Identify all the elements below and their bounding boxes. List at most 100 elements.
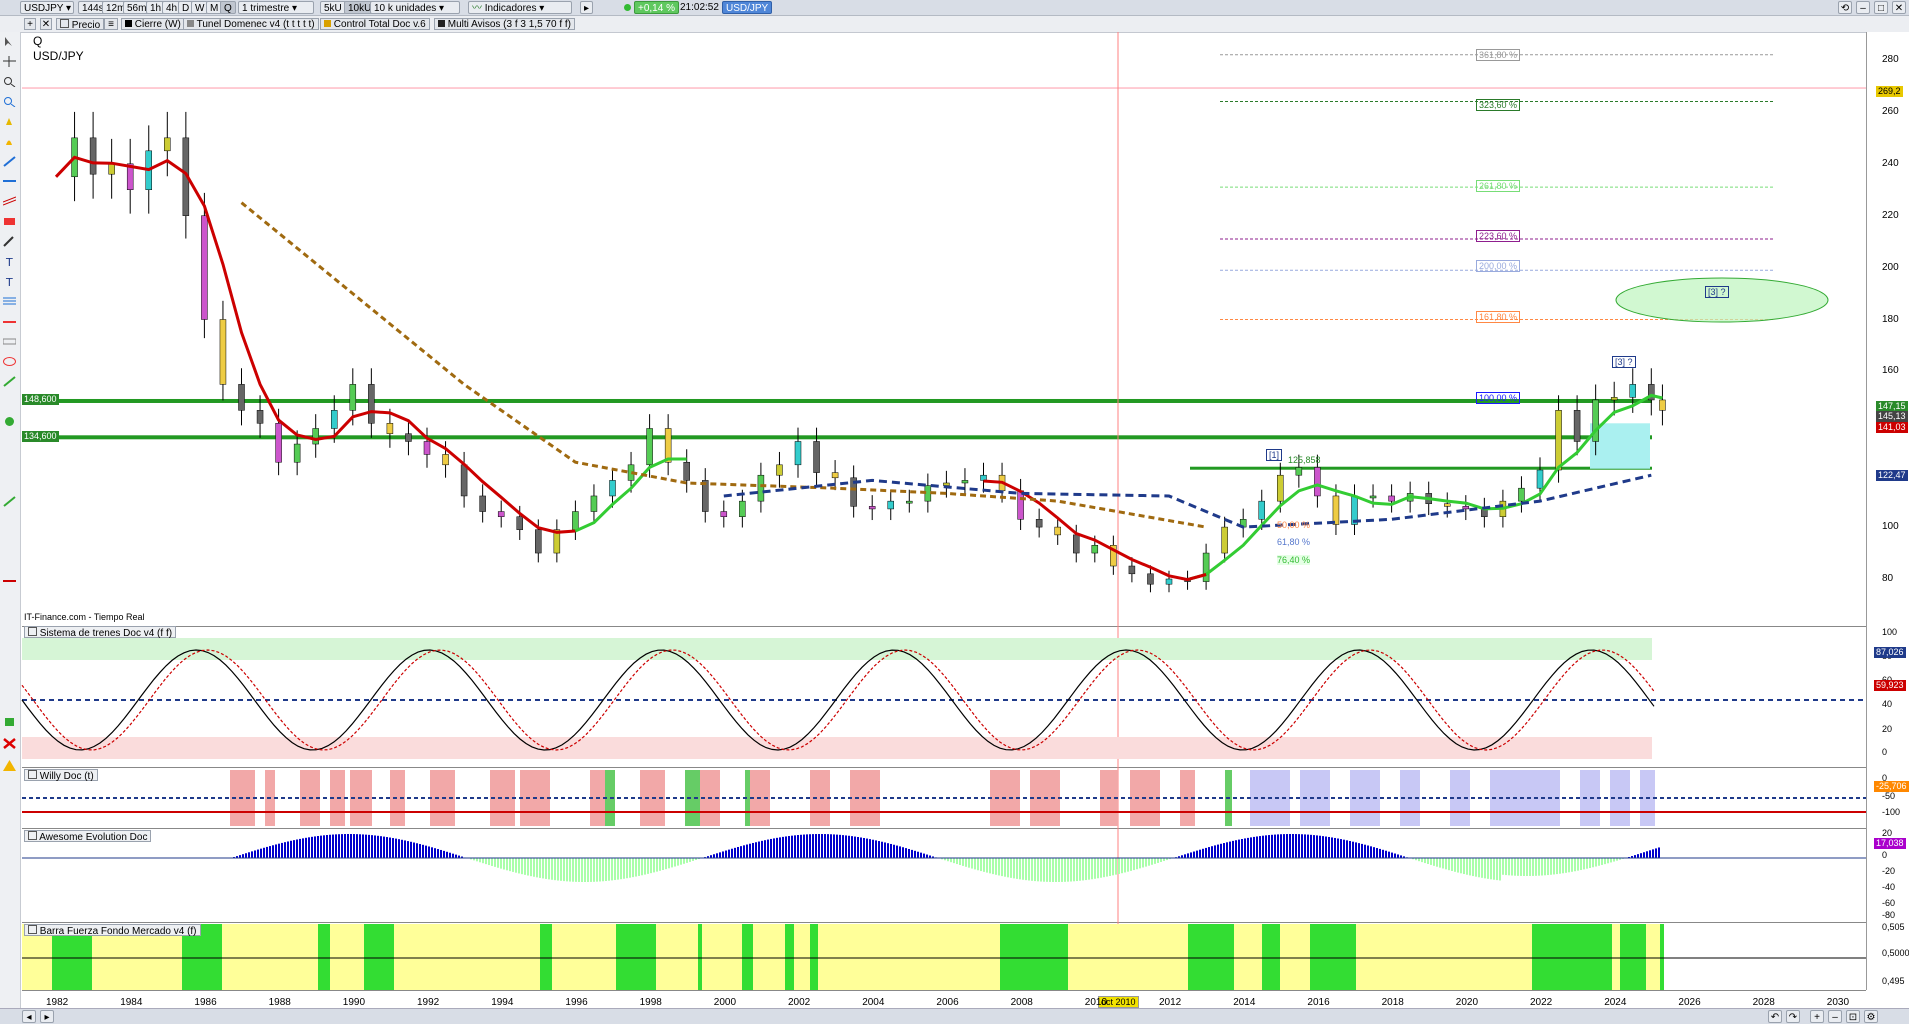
ao-bar [527,858,529,876]
ao-bar [1568,858,1570,872]
ao-bar [353,834,355,858]
barra-green [1000,924,1068,990]
scroll-left-icon[interactable]: ◂ [22,1010,36,1023]
ao-bar [1517,858,1519,876]
ao-bar [1160,858,1162,862]
y-tick: 160 [1882,365,1899,376]
settings-icon[interactable]: ⚙ [1864,1010,1878,1023]
ao-bar [671,858,673,867]
ao-bar [770,839,772,858]
ao-bar [320,836,322,858]
ao-bar [842,835,844,858]
ao-bar [1100,858,1102,878]
ao-bar [1247,838,1249,858]
ao-bar [1370,846,1372,858]
ao-bar [1610,858,1612,862]
separator [22,990,1866,991]
panel-title-trenes[interactable]: Sistema de trenes Doc v4 (f f) [24,626,176,638]
separator [22,922,1866,923]
redo-icon[interactable]: ↷ [1786,1010,1800,1023]
ao-bar [1580,858,1582,870]
ao-bar [1649,850,1651,858]
panel-y-tick: 0,495 [1882,976,1905,986]
ao-bar [266,847,268,858]
ao-bar [905,848,907,858]
data-source: IT-Finance.com - Tiempo Real [24,612,145,622]
ao-bar [752,843,754,858]
ao-bar [803,835,805,858]
x-tick: 2018 [1382,997,1404,1008]
ao-bar [1556,858,1558,874]
ao-bar [1481,858,1483,878]
ao-bar [1493,858,1495,880]
ao-bar [1235,840,1237,858]
ao-bar [1538,858,1540,876]
candle [888,501,894,509]
candle [109,164,115,174]
ao-bar [851,836,853,858]
ao-bar [1526,858,1528,876]
ao-bar [1313,835,1315,858]
ao-bar [818,834,820,858]
ao-bar [530,858,532,876]
ao-bar [542,858,544,878]
undo-icon[interactable]: ↶ [1768,1010,1782,1023]
ao-bar [1604,858,1606,864]
panel-title-barra[interactable]: Barra Fuerza Fondo Mercado v4 (f) [24,924,201,936]
ao-bar [764,840,766,858]
ao-bar [644,858,646,875]
candle [1389,496,1395,501]
zoom-out-icon[interactable]: – [1828,1010,1842,1023]
ao-bar [284,842,286,858]
ao-bar [1088,858,1090,880]
ao-bar [593,858,595,882]
ao-bar [1352,842,1354,858]
ao-bar [1319,836,1321,858]
ao-bar [731,849,733,858]
ao-bar [407,841,409,858]
ao-bar [1376,848,1378,858]
fit-icon[interactable]: ⊡ [1846,1010,1860,1023]
panel-y-tick: 20 [1882,828,1892,838]
ao-bar [866,839,868,858]
barra-green [1310,924,1356,990]
ao-bar [998,858,1000,875]
chart-canvas[interactable] [0,0,1909,1023]
panel-title-willy[interactable]: Willy Doc (t) [24,769,98,781]
panel-title-awesome[interactable]: Awesome Evolution Doc [24,830,151,842]
x-tick: 1996 [565,997,587,1008]
ao-bar [647,858,649,874]
ao-bar [728,850,730,858]
ao-bar [1277,834,1279,858]
candle [665,428,671,462]
ma-red [56,157,575,532]
candle [461,465,467,496]
ao-bar [1289,834,1291,858]
ao-bar [665,858,667,869]
panel-y-tick: 0 [1882,850,1887,860]
ao-bar [839,835,841,858]
wave-label-target: [3] ? [1705,286,1729,298]
ao-bar [848,836,850,858]
x-tick: 2000 [714,997,736,1008]
ao-bar [1064,858,1066,882]
ao-bar [317,836,319,858]
ao-bar [737,847,739,858]
ao-bar [1442,858,1444,868]
y-tick: 220 [1882,210,1899,221]
ao-bar [914,851,916,858]
ao-bar [509,858,511,871]
candle [498,512,504,517]
zoom-in-icon[interactable]: + [1810,1010,1824,1023]
candle [1203,553,1209,582]
ao-bar [1091,858,1093,879]
ao-bar [677,858,679,866]
ao-bar [1283,834,1285,858]
panel-value-tag: 17,038 [1874,838,1906,849]
candle [535,530,541,553]
ao-bar [1094,858,1096,879]
barra-green [1262,924,1280,990]
ao-bar [1328,837,1330,858]
scroll-right-icon[interactable]: ▸ [40,1010,54,1023]
wave-label-1: [1] [1266,449,1282,461]
